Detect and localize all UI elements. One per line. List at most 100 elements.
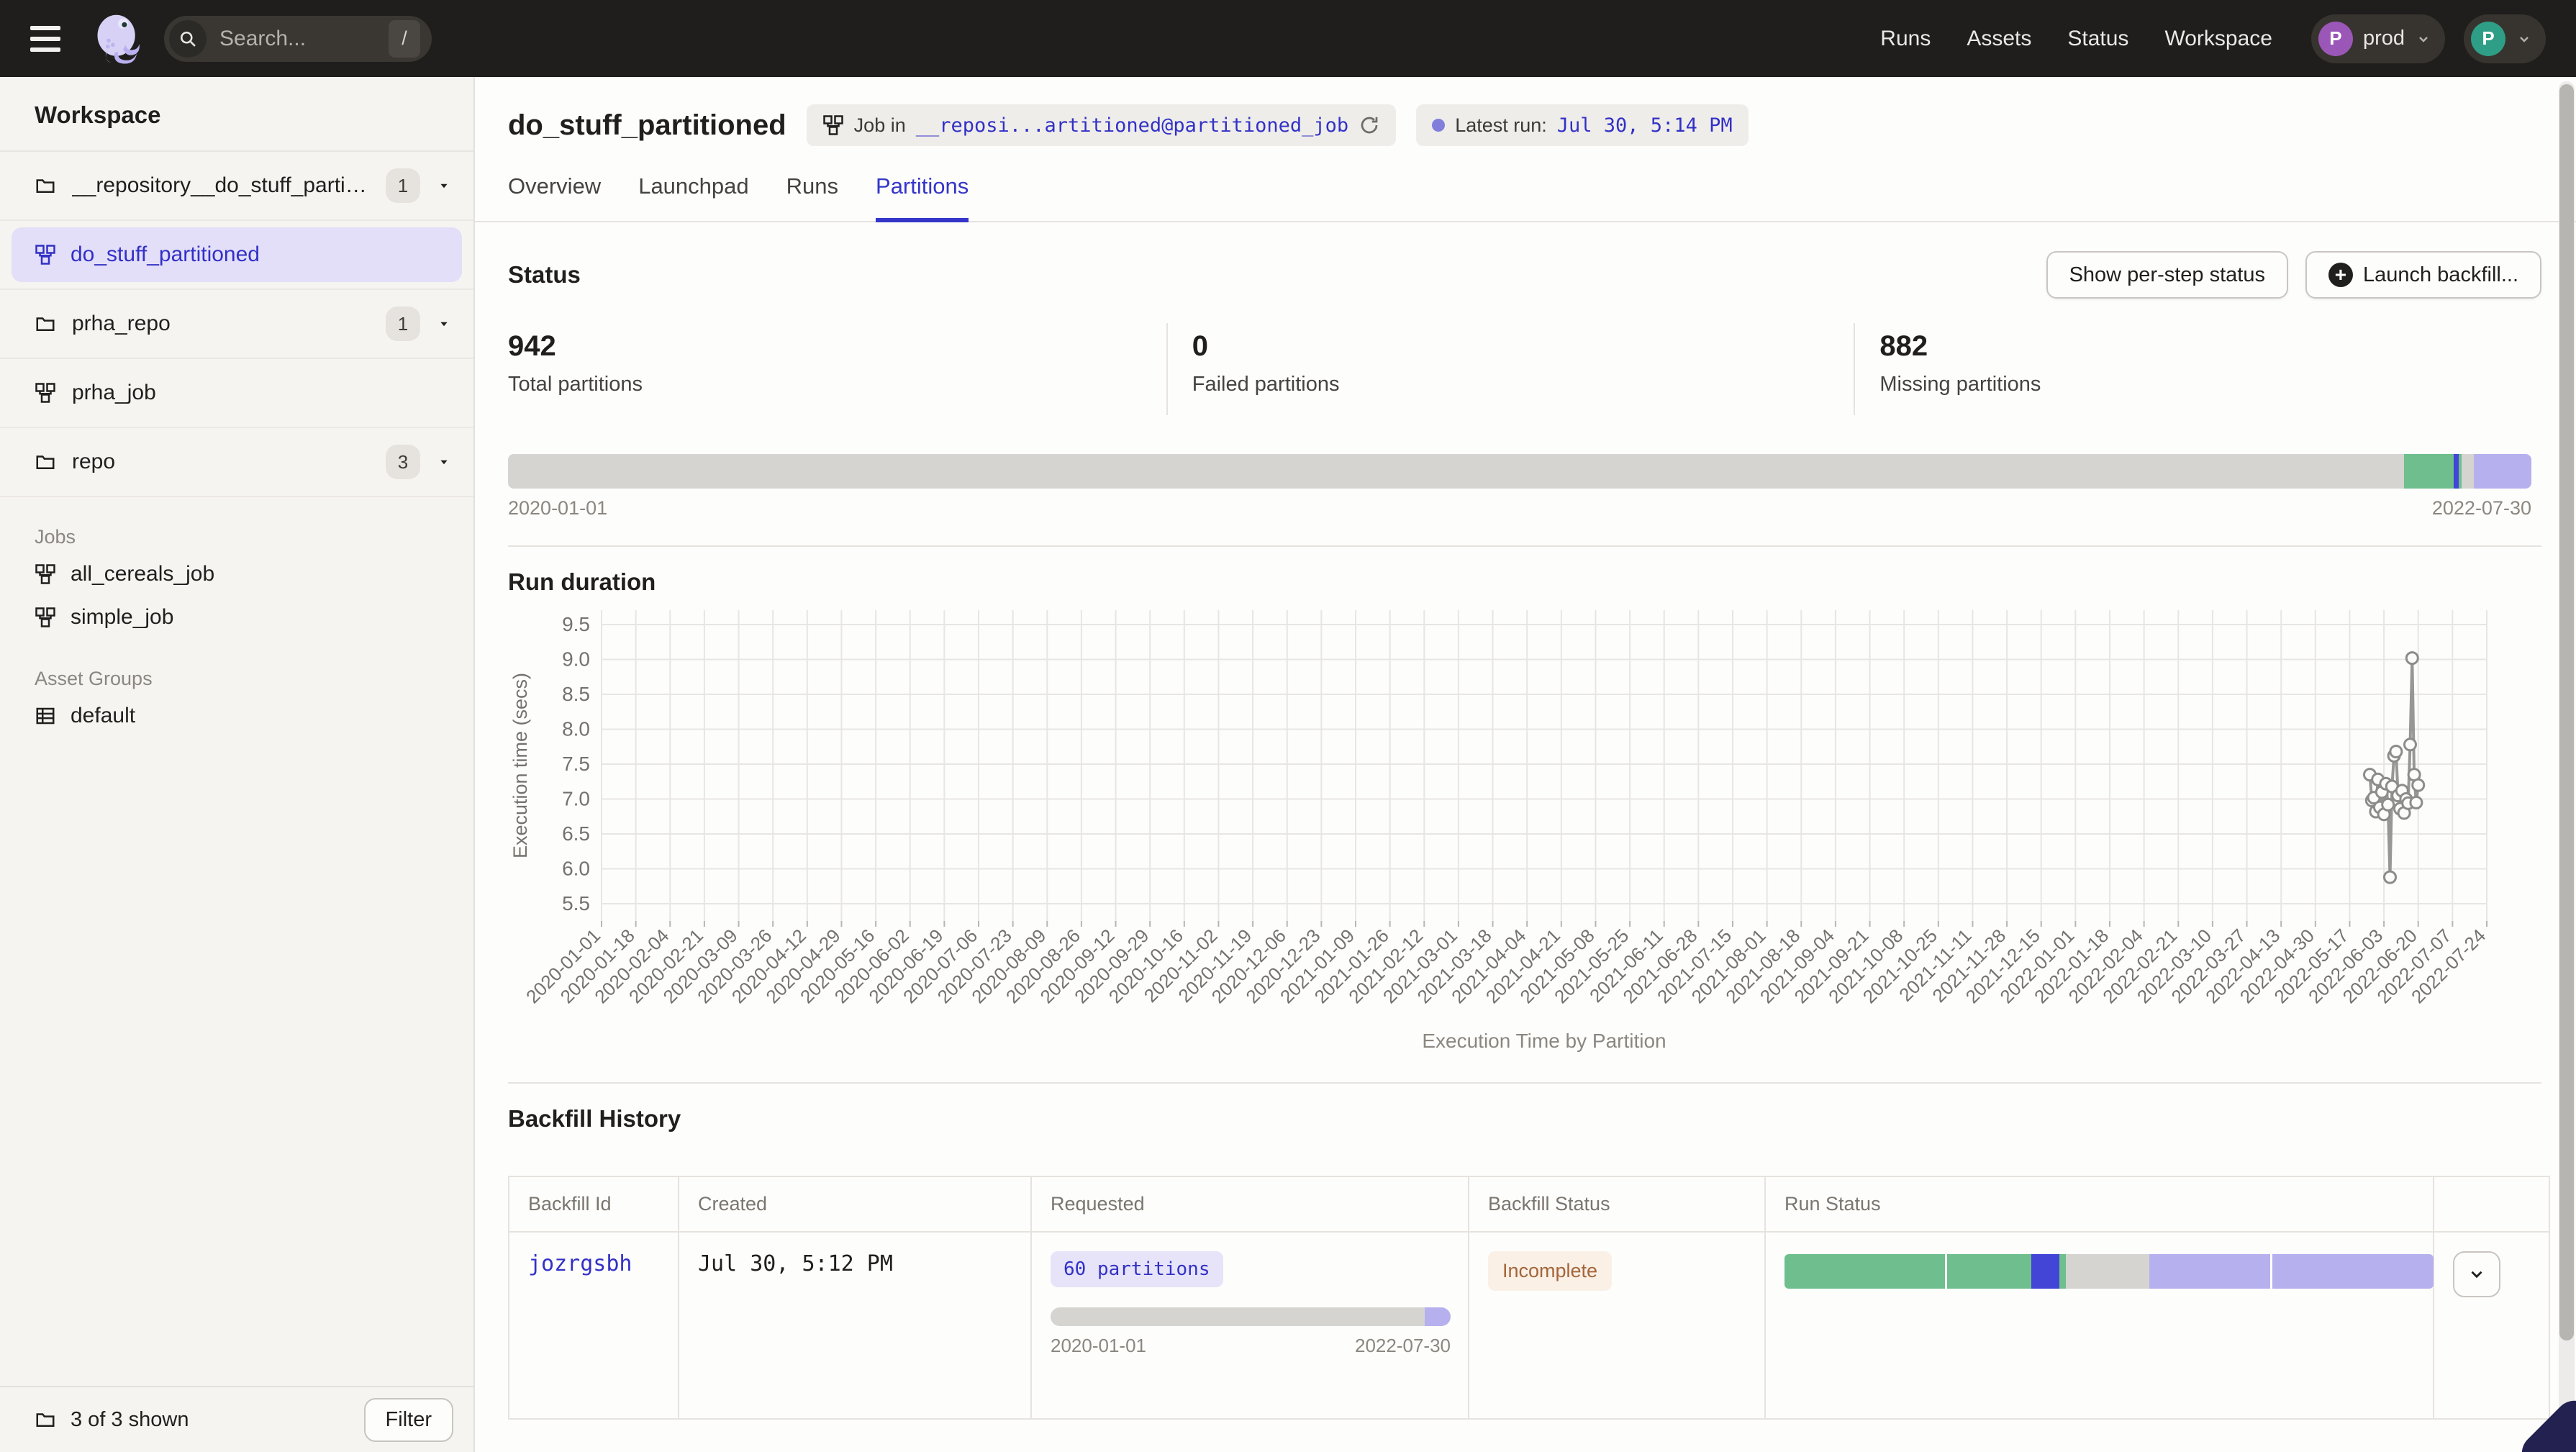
plus-circle-icon: + bbox=[2328, 263, 2353, 287]
bar-segment bbox=[2066, 1254, 2149, 1289]
requested-range: 2020-01-01 2022-07-30 bbox=[1051, 1335, 1451, 1357]
job-icon bbox=[35, 382, 56, 404]
bar-segment bbox=[2454, 454, 2459, 489]
sidebar-title: Workspace bbox=[0, 77, 473, 152]
sidebar-item-default[interactable]: default bbox=[0, 694, 473, 738]
column-header-run-status: Run Status bbox=[1766, 1177, 2434, 1231]
nav-link-runs[interactable]: Runs bbox=[1880, 27, 1931, 51]
job-icon bbox=[35, 244, 56, 266]
partition-status-bar[interactable] bbox=[508, 454, 2531, 489]
status-section-title: Status bbox=[508, 261, 581, 289]
svg-text:7.5: 7.5 bbox=[562, 753, 590, 775]
refresh-icon[interactable] bbox=[1359, 114, 1380, 136]
backfill-id-link[interactable]: jozrgsbh bbox=[528, 1251, 632, 1276]
folder-icon bbox=[35, 175, 56, 196]
sidebar-item-label: all_cereals_job bbox=[71, 562, 214, 586]
svg-text:9.0: 9.0 bbox=[562, 648, 590, 671]
svg-text:Execution time (secs): Execution time (secs) bbox=[509, 673, 531, 858]
sidebar-item-selected[interactable]: do_stuff_partitioned bbox=[12, 227, 462, 282]
tab-runs[interactable]: Runs bbox=[786, 162, 838, 222]
deployment-avatar: P bbox=[2318, 22, 2353, 56]
sidebar-item-prha-repo[interactable]: prha_repo1 bbox=[0, 290, 473, 359]
dagster-logo-icon[interactable] bbox=[91, 12, 145, 66]
tab-overview[interactable]: Overview bbox=[508, 162, 601, 222]
svg-text:Execution Time by Partition: Execution Time by Partition bbox=[1422, 1030, 1666, 1052]
repo-count-badge: 1 bbox=[386, 307, 420, 341]
bar-segment bbox=[2404, 454, 2454, 489]
svg-text:9.5: 9.5 bbox=[562, 613, 590, 635]
hamburger-menu-icon[interactable] bbox=[30, 18, 72, 60]
scrollbar-track[interactable] bbox=[2559, 81, 2575, 1448]
deployment-label: prod bbox=[2363, 27, 2405, 50]
job-icon bbox=[35, 563, 56, 585]
svg-text:7.0: 7.0 bbox=[562, 788, 590, 810]
column-header-requested: Requested bbox=[1032, 1177, 1469, 1231]
bar-segment bbox=[508, 454, 2404, 489]
user-avatar: P bbox=[2471, 22, 2505, 56]
backfill-history-section: Backfill History Backfill IdCreatedReque… bbox=[508, 1082, 2541, 1420]
search-shortcut-key: / bbox=[389, 20, 420, 58]
column-header-actions bbox=[2434, 1177, 2549, 1231]
stat-label: Missing partitions bbox=[1879, 373, 2541, 396]
backfill-history-table: Backfill IdCreatedRequestedBackfill Stat… bbox=[508, 1176, 2550, 1420]
folder-icon bbox=[35, 451, 56, 473]
requested-partitions-badge[interactable]: 60 partitions bbox=[1051, 1251, 1223, 1287]
latest-run-link[interactable]: Jul 30, 5:14 PM bbox=[1557, 114, 1733, 137]
partition-range-start: 2020-01-01 bbox=[508, 497, 607, 519]
caret-down-icon bbox=[436, 178, 452, 194]
svg-text:6.0: 6.0 bbox=[562, 858, 590, 880]
latest-run-label: Latest run: bbox=[1455, 114, 1547, 137]
sidebar-item-all_cereals_job[interactable]: all_cereals_job bbox=[0, 553, 473, 596]
caret-down-icon bbox=[436, 454, 452, 470]
column-header-created: Created bbox=[679, 1177, 1032, 1231]
sidebar-section-label: Asset Groups bbox=[0, 668, 473, 690]
folder-icon bbox=[35, 313, 56, 335]
asset-group-icon bbox=[35, 705, 56, 727]
run-duration-title: Run duration bbox=[508, 568, 2541, 596]
filter-button[interactable]: Filter bbox=[364, 1398, 453, 1442]
bar-segment bbox=[1425, 1307, 1451, 1326]
sidebar-item-label: __repository__do_stuff_partitio... bbox=[72, 173, 370, 198]
repo-count-badge: 1 bbox=[386, 168, 420, 203]
nav-link-status[interactable]: Status bbox=[2067, 27, 2128, 51]
scrollbar-thumb[interactable] bbox=[2559, 84, 2574, 1340]
tab-partitions[interactable]: Partitions bbox=[876, 162, 969, 222]
execution-time-chart[interactable]: 2020-01-012020-01-182020-02-042020-02-21… bbox=[508, 596, 2540, 1056]
sidebar-item-label: repo bbox=[72, 450, 370, 474]
stat-value: 0 bbox=[1192, 330, 1854, 363]
nav-link-assets[interactable]: Assets bbox=[1967, 27, 2031, 51]
nav-link-workspace[interactable]: Workspace bbox=[2164, 27, 2272, 51]
tab-launchpad[interactable]: Launchpad bbox=[638, 162, 748, 222]
table-row: jozrgsbh Jul 30, 5:12 PM 60 partitions 2020… bbox=[509, 1231, 2549, 1418]
backfill-status-badge: Incomplete bbox=[1488, 1251, 1612, 1291]
nav-links: Runs Assets Status Workspace bbox=[1880, 27, 2272, 51]
sidebar-footer: 3 of 3 shown Filter bbox=[0, 1386, 473, 1452]
sidebar-item-repo[interactable]: repo 3 bbox=[0, 428, 473, 497]
requested-range-start: 2020-01-01 bbox=[1051, 1335, 1146, 1357]
bar-segment bbox=[2474, 454, 2531, 489]
sidebar-item-do-stuff-partitioned[interactable]: do_stuff_partitioned bbox=[0, 221, 473, 290]
requested-range-end: 2022-07-30 bbox=[1355, 1335, 1451, 1357]
stat-label: Failed partitions bbox=[1192, 373, 1854, 396]
show-per-step-status-button[interactable]: Show per-step status bbox=[2046, 251, 2288, 299]
row-expand-button[interactable] bbox=[2453, 1251, 2500, 1297]
launch-backfill-button[interactable]: + Launch backfill... bbox=[2305, 251, 2541, 299]
sidebar-item-simple_job[interactable]: simple_job bbox=[0, 596, 473, 639]
sidebar-item--repository-do-stuff-partitio-[interactable]: __repository__do_stuff_partitio... 1 bbox=[0, 152, 473, 221]
run-status-dot-icon bbox=[1432, 119, 1445, 132]
deployment-switcher[interactable]: P prod bbox=[2311, 14, 2445, 63]
sidebar-item-prha-job[interactable]: prha_job bbox=[0, 359, 473, 428]
sidebar-item-label: simple_job bbox=[71, 605, 173, 630]
bar-segment bbox=[2462, 454, 2474, 489]
job-origin-link[interactable]: __reposi...artitioned@partitioned_job bbox=[916, 114, 1348, 137]
run-status-bar[interactable] bbox=[1784, 1254, 2434, 1289]
repo-count-badge: 3 bbox=[386, 445, 420, 479]
stat-value: 882 bbox=[1879, 330, 2541, 363]
user-menu[interactable]: P bbox=[2464, 14, 2546, 63]
created-cell: Jul 30, 5:12 PM bbox=[679, 1233, 1032, 1418]
stat-value: 942 bbox=[508, 330, 1166, 363]
job-icon bbox=[35, 607, 56, 628]
bar-segment bbox=[2149, 1254, 2270, 1289]
search-input[interactable]: Search... / bbox=[164, 16, 432, 62]
page-title: do_stuff_partitioned bbox=[508, 109, 786, 142]
